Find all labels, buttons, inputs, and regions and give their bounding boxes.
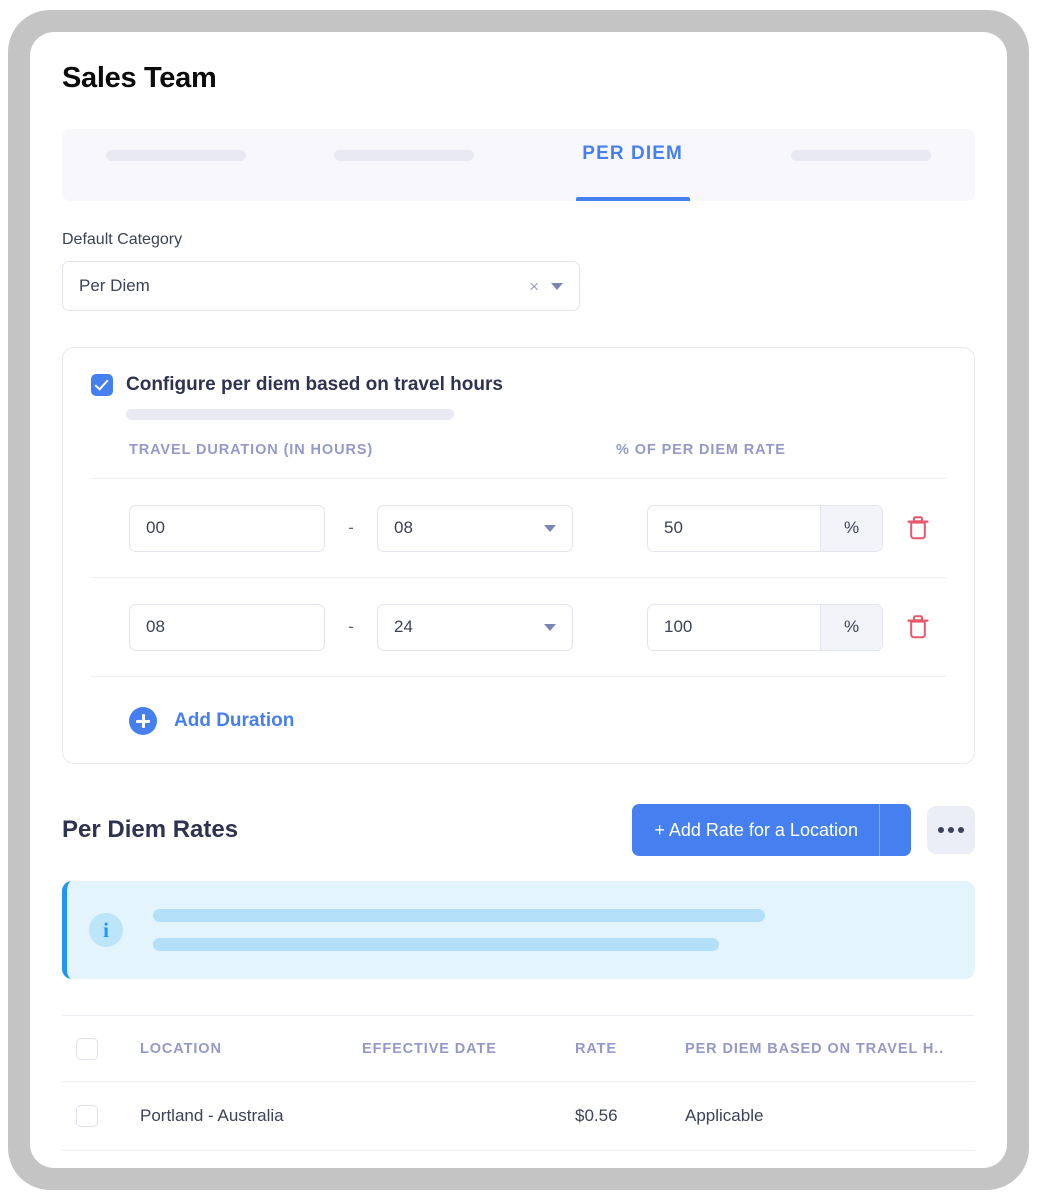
default-category-select[interactable]: Per Diem ×: [62, 261, 580, 311]
ellipsis-dot: [938, 827, 944, 833]
cell-rate: $0.56: [575, 1106, 618, 1125]
default-category-value: Per Diem: [79, 276, 150, 295]
close-icon[interactable]: ×: [529, 278, 539, 295]
column-header-per-diem-based-on-travel[interactable]: PER DIEM BASED ON TRAVEL H..: [685, 1041, 975, 1057]
add-duration-button[interactable]: Add Duration: [91, 677, 946, 741]
percent-rate-input[interactable]: 50: [648, 506, 820, 551]
add-rate-for-location-button[interactable]: + Add Rate for a Location: [632, 804, 911, 856]
per-diem-rates-header: Per Diem Rates + Add Rate for a Location: [62, 804, 975, 856]
ellipsis-icon[interactable]: [927, 806, 975, 854]
column-header-rate[interactable]: RATE: [575, 1041, 685, 1057]
duration-to-value: 24: [394, 617, 413, 636]
configure-per-diem-title: Configure per diem based on travel hours: [126, 374, 503, 395]
percent-suffix: %: [820, 505, 882, 551]
default-category-field-group: Default Category Per Diem ×: [62, 231, 975, 311]
info-icon: i: [89, 913, 123, 947]
ellipsis-dot: [958, 827, 964, 833]
ellipsis-dot: [948, 827, 954, 833]
info-text-skeleton: [153, 938, 719, 951]
duration-table-header: TRAVEL DURATION (IN HOURS) % OF PER DIEM…: [91, 442, 946, 479]
cell-location: Portland - Australia: [140, 1106, 284, 1125]
page-title: Sales Team: [62, 62, 217, 94]
per-diem-rates-table: LOCATION EFFECTIVE DATE RATE PER DIEM BA…: [62, 1015, 975, 1151]
row-checkbox-cell[interactable]: [62, 1105, 140, 1127]
duration-to-select[interactable]: 08: [377, 504, 573, 552]
tab-bar: PER DIEM: [62, 129, 975, 201]
percent-rate-field[interactable]: 100 %: [647, 603, 883, 651]
configure-per-diem-checkbox[interactable]: [91, 374, 113, 396]
percent-rate-field[interactable]: 50 %: [647, 504, 883, 552]
duration-from-input[interactable]: 00: [129, 504, 325, 552]
column-header-percent-rate: % OF PER DIEM RATE: [616, 442, 786, 458]
column-header-location[interactable]: LOCATION: [140, 1041, 362, 1057]
device-screen: Sales Team PER DIEM Default Category Per…: [30, 32, 1007, 1168]
column-header-travel-duration: TRAVEL DURATION (IN HOURS): [129, 442, 374, 458]
duration-to-select[interactable]: 24: [377, 603, 573, 651]
trash-icon[interactable]: [905, 514, 931, 542]
info-banner-content: [153, 909, 765, 951]
info-text-skeleton: [153, 909, 765, 922]
tab-placeholder-skeleton: [334, 150, 475, 161]
tab-placeholder-2[interactable]: [290, 129, 518, 201]
configure-per-diem-card: Configure per diem based on travel hours…: [62, 347, 975, 764]
default-category-label: Default Category: [62, 231, 183, 248]
add-rate-for-location-label: + Add Rate for a Location: [654, 819, 858, 840]
trash-icon[interactable]: [905, 613, 931, 641]
select-all-checkbox-cell[interactable]: [62, 1037, 140, 1060]
duration-from-input[interactable]: 08: [129, 603, 325, 651]
info-banner: i: [62, 881, 975, 979]
tab-per-diem-label: PER DIEM: [582, 143, 683, 164]
column-header-effective-date[interactable]: EFFECTIVE DATE: [362, 1041, 575, 1057]
tab-placeholder-1[interactable]: [62, 129, 290, 201]
select-all-checkbox[interactable]: [76, 1037, 98, 1060]
chevron-down-icon[interactable]: [544, 524, 556, 532]
percent-suffix: %: [820, 604, 882, 650]
duration-separator: -: [348, 617, 354, 636]
chevron-down-icon[interactable]: [544, 623, 556, 631]
duration-row: 08 - 24 100 %: [91, 578, 946, 677]
per-diem-rates-title: Per Diem Rates: [62, 816, 239, 843]
tab-placeholder-3[interactable]: [747, 129, 975, 201]
configure-per-diem-header: Configure per diem based on travel hours: [91, 374, 946, 396]
duration-to-value: 08: [394, 518, 413, 537]
row-checkbox[interactable]: [76, 1105, 98, 1127]
tab-placeholder-skeleton: [790, 150, 931, 161]
per-diem-settings-page: Sales Team PER DIEM Default Category Per…: [30, 32, 1007, 1151]
chevron-down-icon[interactable]: [551, 282, 563, 290]
device-frame: Sales Team PER DIEM Default Category Per…: [8, 10, 1029, 1190]
cell-per-diem-based-on-travel: Applicable: [685, 1106, 764, 1125]
plus-circle-icon: [129, 707, 157, 735]
duration-row: 00 - 08 50 %: [91, 479, 946, 578]
tab-active-underline: [575, 197, 690, 201]
table-header-row: LOCATION EFFECTIVE DATE RATE PER DIEM BA…: [62, 1015, 975, 1081]
percent-rate-input[interactable]: 100: [648, 605, 820, 650]
tab-per-diem[interactable]: PER DIEM: [519, 129, 747, 201]
table-row[interactable]: Portland - Australia $0.56 Applicable: [62, 1081, 975, 1151]
add-duration-label: Add Duration: [174, 710, 295, 731]
tab-placeholder-skeleton: [106, 150, 247, 161]
configure-subtitle-skeleton: [126, 409, 454, 420]
duration-separator: -: [348, 518, 354, 537]
